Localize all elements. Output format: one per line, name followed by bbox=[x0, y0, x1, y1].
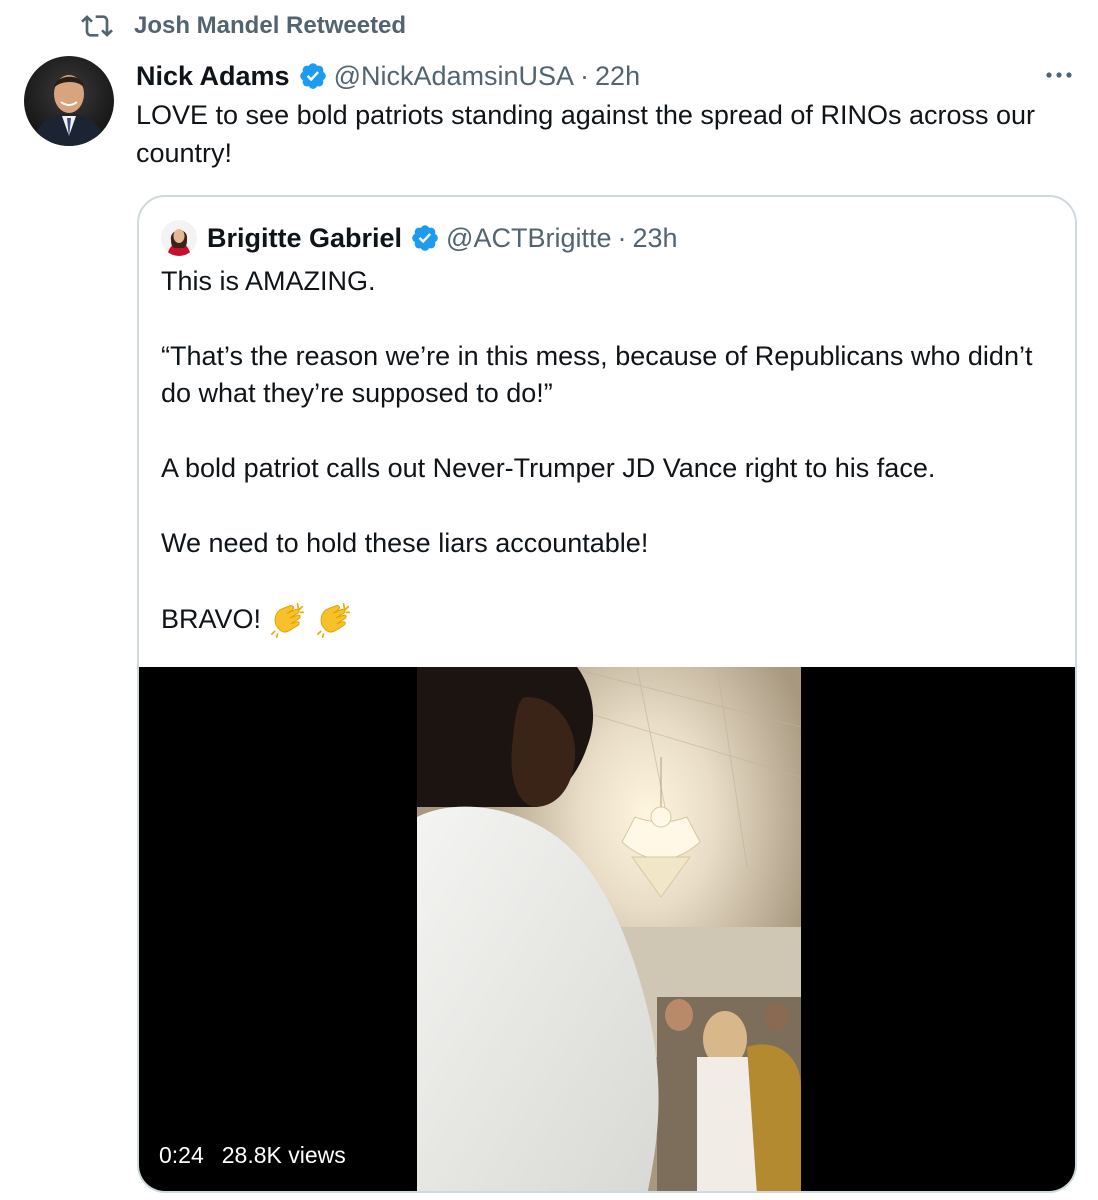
tweet-text: LOVE to see bold patriots standing again… bbox=[136, 100, 1035, 168]
video-thumbnail bbox=[417, 667, 801, 1191]
clapping-hands-icon bbox=[317, 602, 351, 638]
quoted-paragraph-bravo: BRAVO! bbox=[161, 600, 1051, 638]
quoted-author-name[interactable]: Brigitte Gabriel bbox=[207, 223, 402, 254]
quoted-tweet-text: This is AMAZING. “That’s the reason we’r… bbox=[161, 263, 1051, 638]
retweet-banner[interactable]: Josh Mandel Retweeted bbox=[80, 10, 406, 42]
author-handle[interactable]: @NickAdamsinUSA bbox=[334, 61, 574, 92]
video-views: 28.8K views bbox=[221, 1142, 346, 1168]
quoted-author-handle[interactable]: @ACTBrigitte bbox=[446, 223, 611, 254]
quoted-paragraph: “That’s the reason we’re in this mess, b… bbox=[161, 341, 1033, 408]
quoted-author-avatar bbox=[161, 220, 197, 256]
retweet-icon bbox=[81, 15, 113, 37]
tweet-header: Nick Adams @NickAdamsinUSA · 22h bbox=[136, 54, 640, 98]
bravo-text: BRAVO! bbox=[161, 603, 262, 634]
separator-dot: · bbox=[617, 222, 627, 253]
quoted-tweet-time[interactable]: 23h bbox=[633, 223, 678, 254]
more-icon[interactable] bbox=[1042, 60, 1076, 90]
quoted-tweet-header: Brigitte Gabriel @ACTBrigitte · 23h bbox=[161, 217, 678, 259]
author-avatar[interactable] bbox=[24, 56, 114, 146]
verified-badge-icon bbox=[412, 225, 438, 251]
video-meta: 0:24 28.8K views bbox=[159, 1142, 346, 1169]
tweet-time[interactable]: 22h bbox=[595, 61, 640, 92]
quoted-tweet-card[interactable]: Brigitte Gabriel @ACTBrigitte · 23h This… bbox=[137, 195, 1077, 1193]
clapping-hands-icon bbox=[271, 602, 305, 638]
quoted-paragraph: We need to hold these liars accountable! bbox=[161, 528, 649, 558]
author-name[interactable]: Nick Adams bbox=[136, 61, 290, 92]
video-player[interactable]: 0:24 28.8K views bbox=[139, 667, 1075, 1191]
crowd bbox=[657, 997, 801, 1191]
video-duration: 0:24 bbox=[159, 1142, 204, 1168]
verified-badge-icon bbox=[299, 63, 326, 89]
quoted-paragraph: This is AMAZING. bbox=[161, 266, 376, 296]
retweet-label: Josh Mandel Retweeted bbox=[134, 12, 407, 39]
separator-dot: · bbox=[580, 60, 590, 91]
quoted-paragraph: A bold patriot calls out Never-Trumper J… bbox=[161, 453, 936, 483]
